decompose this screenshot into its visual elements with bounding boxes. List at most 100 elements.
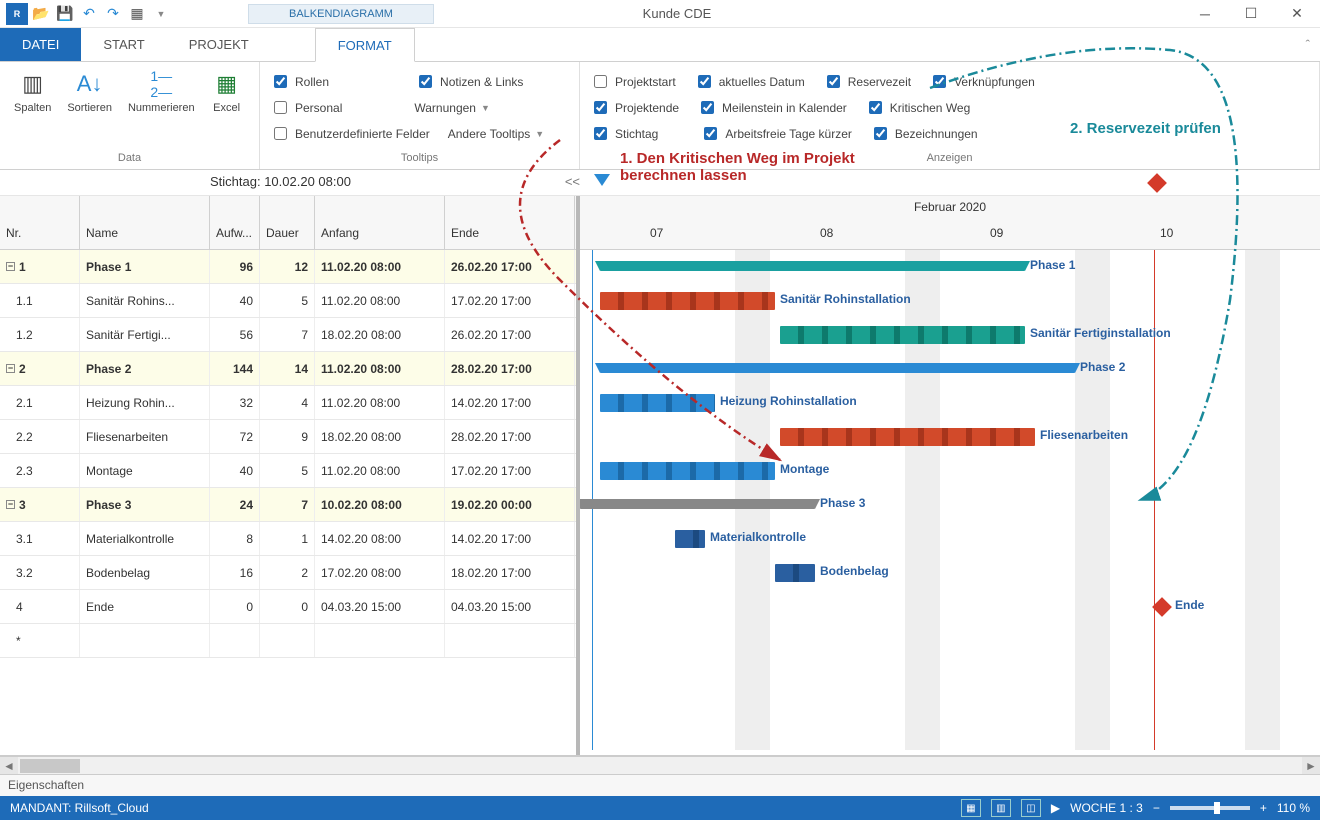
- bar-label: Montage: [780, 462, 829, 476]
- ribbon-tabs: DATEI START PROJEKT FORMAT ˆ: [0, 28, 1320, 62]
- table-row[interactable]: 1.2Sanitär Fertigi...56718.02.20 08:0026…: [0, 318, 576, 352]
- grid-header: Nr. Name Aufw... Dauer Anfang Ende: [0, 196, 576, 250]
- chk-verknuepfungen[interactable]: Verknüpfungen: [929, 72, 1035, 91]
- save-icon[interactable]: 💾: [54, 3, 76, 25]
- qat-dropdown-icon[interactable]: ▼: [150, 3, 172, 25]
- table-row[interactable]: 2.1Heizung Rohin...32411.02.20 08:0014.0…: [0, 386, 576, 420]
- bar-label: Sanitär Fertiginstallation: [1030, 326, 1171, 340]
- chk-stichtag[interactable]: Stichtag: [590, 124, 658, 143]
- excel-button[interactable]: ▦Excel: [207, 66, 247, 116]
- redo-icon[interactable]: ↷: [102, 3, 124, 25]
- undo-icon[interactable]: ↶: [78, 3, 100, 25]
- table-row[interactable]: 3.1Materialkontrolle8114.02.20 08:0014.0…: [0, 522, 576, 556]
- horizontal-scrollbar[interactable]: ◄ ►: [0, 756, 1320, 774]
- status-woche: WOCHE 1 : 3: [1070, 801, 1143, 815]
- chk-rollen[interactable]: Rollen: [270, 72, 329, 91]
- zoom-out-button[interactable]: −: [1153, 801, 1160, 815]
- nummerieren-button[interactable]: 1—2—Nummerieren: [124, 66, 199, 116]
- table-row[interactable]: −2Phase 21441411.02.20 08:0028.02.20 17:…: [0, 352, 576, 386]
- stichtag-bar: Stichtag: 10.02.20 08:00 <<: [0, 170, 1320, 196]
- milestone-icon[interactable]: [1152, 597, 1172, 617]
- gantt-bar[interactable]: [600, 261, 1025, 271]
- chk-kritischer-weg[interactable]: Kritischen Weg: [865, 98, 970, 117]
- sortieren-button[interactable]: A↓Sortieren: [63, 66, 116, 116]
- spalten-button[interactable]: ▥Spalten: [10, 66, 55, 116]
- scroll-left-icon[interactable]: ◄: [0, 757, 18, 774]
- close-button[interactable]: ✕: [1274, 0, 1320, 28]
- view-icon-1[interactable]: ▦: [961, 799, 981, 817]
- table-row[interactable]: *: [0, 624, 576, 658]
- chk-notizen[interactable]: Notizen & Links: [415, 72, 523, 91]
- chk-bezeichnungen[interactable]: Bezeichnungen: [870, 124, 978, 143]
- chk-benutzerfelder[interactable]: Benutzerdefinierte Felder: [270, 124, 430, 143]
- col-name[interactable]: Name: [80, 196, 210, 249]
- table-row[interactable]: 3.2Bodenbelag16217.02.20 08:0018.02.20 1…: [0, 556, 576, 590]
- table-row[interactable]: 4Ende0004.03.20 15:0004.03.20 15:00: [0, 590, 576, 624]
- gantt-bar[interactable]: [600, 363, 1075, 373]
- task-grid: Nr. Name Aufw... Dauer Anfang Ende −1Pha…: [0, 196, 580, 755]
- scroll-right-icon[interactable]: ►: [1302, 757, 1320, 774]
- gantt-bar[interactable]: [675, 530, 705, 548]
- contextual-tab-title: BALKENDIAGRAMM: [248, 4, 434, 24]
- group-label-data: Data: [10, 149, 249, 167]
- table-row[interactable]: 1.1Sanitär Rohins...40511.02.20 08:0017.…: [0, 284, 576, 318]
- group-label-anzeigen: Anzeigen: [590, 149, 1309, 167]
- bar-label: Bodenbelag: [820, 564, 889, 578]
- collapse-icon[interactable]: −: [6, 364, 15, 373]
- collapse-icon[interactable]: −: [6, 262, 15, 271]
- col-nr[interactable]: Nr.: [0, 196, 80, 249]
- tab-format[interactable]: FORMAT: [315, 28, 415, 62]
- gantt-chart[interactable]: Februar 2020 07 08 09 10 Phase 1Sanitär …: [580, 196, 1320, 755]
- bar-label: Sanitär Rohinstallation: [780, 292, 911, 306]
- tab-start[interactable]: START: [81, 28, 166, 61]
- minimize-button[interactable]: ─: [1182, 0, 1228, 28]
- zoom-slider[interactable]: [1170, 806, 1250, 810]
- projektende-marker-icon: [1147, 173, 1167, 193]
- collapse-icon[interactable]: −: [6, 500, 15, 509]
- gantt-bar[interactable]: [775, 564, 815, 582]
- table-row[interactable]: 2.3Montage40511.02.20 08:0017.02.20 17:0…: [0, 454, 576, 488]
- gantt-bar[interactable]: [580, 499, 815, 509]
- table-row[interactable]: −1Phase 1961211.02.20 08:0026.02.20 17:0…: [0, 250, 576, 284]
- quick-access-toolbar: R 📂 💾 ↶ ↷ ▦ ▼: [0, 3, 172, 25]
- table-row[interactable]: 2.2Fliesenarbeiten72918.02.20 08:0028.02…: [0, 420, 576, 454]
- tab-projekt[interactable]: PROJEKT: [167, 28, 271, 61]
- gantt-bar[interactable]: [780, 428, 1035, 446]
- chk-projektende[interactable]: Projektende: [590, 98, 679, 117]
- tab-datei[interactable]: DATEI: [0, 28, 81, 61]
- timeline-prev-button[interactable]: <<: [565, 174, 580, 189]
- gantt-bar[interactable]: [780, 326, 1025, 344]
- layout-icon[interactable]: ▦: [126, 3, 148, 25]
- gantt-bar[interactable]: [600, 462, 775, 480]
- stichtag-marker-icon: [594, 174, 610, 186]
- view-icon-2[interactable]: ▥: [991, 799, 1011, 817]
- properties-panel-header[interactable]: Eigenschaften: [0, 774, 1320, 796]
- chevron-down-icon: ▼: [481, 103, 490, 113]
- col-aufwand[interactable]: Aufw...: [210, 196, 260, 249]
- gantt-bar[interactable]: [600, 292, 775, 310]
- open-icon[interactable]: 📂: [30, 3, 52, 25]
- bar-label: Heizung Rohinstallation: [720, 394, 857, 408]
- chk-arbeitsfreie[interactable]: Arbeitsfreie Tage kürzer: [700, 124, 852, 143]
- gantt-bar[interactable]: [600, 394, 715, 412]
- chk-personal[interactable]: Personal: [270, 98, 342, 117]
- collapse-ribbon-icon[interactable]: ˆ: [1296, 28, 1320, 61]
- andere-tooltips-dropdown[interactable]: Andere Tooltips ▼: [448, 124, 544, 143]
- table-row[interactable]: −3Phase 324710.02.20 08:0019.02.20 00:00: [0, 488, 576, 522]
- chk-aktuelles-datum[interactable]: aktuelles Datum: [694, 72, 805, 91]
- zoom-level: 110 %: [1277, 801, 1310, 815]
- chk-meilenstein[interactable]: Meilenstein in Kalender: [697, 98, 847, 117]
- warnungen-dropdown[interactable]: Warnungen ▼: [414, 98, 490, 117]
- zoom-in-button[interactable]: +: [1260, 801, 1267, 815]
- stichtag-label: Stichtag: 10.02.20 08:00: [210, 174, 351, 189]
- numbering-icon: 1—2—: [145, 68, 177, 100]
- col-anfang[interactable]: Anfang: [315, 196, 445, 249]
- chk-projektstart[interactable]: Projektstart: [590, 72, 676, 91]
- status-mandant: MANDANT: Rillsoft_Cloud: [0, 801, 159, 815]
- col-ende[interactable]: Ende: [445, 196, 575, 249]
- col-dauer[interactable]: Dauer: [260, 196, 315, 249]
- view-icon-3[interactable]: ◫: [1021, 799, 1041, 817]
- chk-reservezeit[interactable]: Reservezeit: [823, 72, 911, 91]
- columns-icon: ▥: [17, 68, 49, 100]
- maximize-button[interactable]: ☐: [1228, 0, 1274, 28]
